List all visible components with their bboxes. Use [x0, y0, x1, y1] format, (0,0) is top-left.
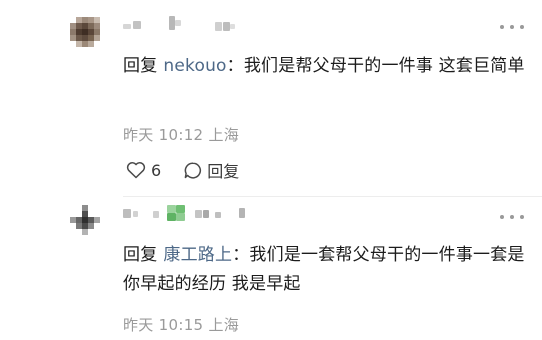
avatar[interactable] — [70, 17, 104, 51]
comment-body: ：我们是帮父母干的一件事 这套巨简单 — [226, 56, 525, 76]
avatar[interactable] — [70, 205, 104, 239]
like-button[interactable]: 6 — [126, 161, 161, 180]
comment-bubble-icon — [184, 161, 202, 179]
reply-button[interactable]: 回复 — [183, 158, 239, 182]
avatar-pixel — [94, 35, 100, 41]
avatar-pixel — [94, 217, 100, 223]
reply-button-label: 回复 — [207, 162, 240, 181]
comment-timestamp-location: 昨天 10:12 上海 — [123, 126, 240, 144]
comment-text: 回复 nekouo：我们是帮父母干的一件事 这套巨简单 — [123, 52, 527, 81]
username-redacted[interactable] — [123, 16, 263, 34]
avatar-pixel — [88, 223, 94, 229]
comment-actions: 6 回复 — [126, 158, 239, 182]
username-redacted[interactable] — [123, 205, 273, 223]
more-options-icon[interactable] — [500, 22, 524, 32]
more-options-icon[interactable] — [500, 212, 524, 222]
comment-timestamp-location: 昨天 10:15 上海 — [123, 316, 240, 334]
heart-icon — [126, 162, 146, 179]
comment-text: 回复 康工路上：我们是一套帮父母干的一件事一套是你早起的经历 我是早起 — [123, 241, 527, 299]
comment-divider — [123, 196, 542, 197]
reply-prefix: 回复 — [123, 245, 158, 265]
reply-target-user[interactable]: nekouo — [163, 56, 226, 76]
avatar-pixel — [88, 41, 94, 47]
reply-target-user[interactable]: 康工路上 — [163, 245, 232, 265]
avatar-pixel — [82, 229, 88, 235]
reply-prefix: 回复 — [123, 56, 158, 76]
like-count: 6 — [151, 160, 162, 180]
